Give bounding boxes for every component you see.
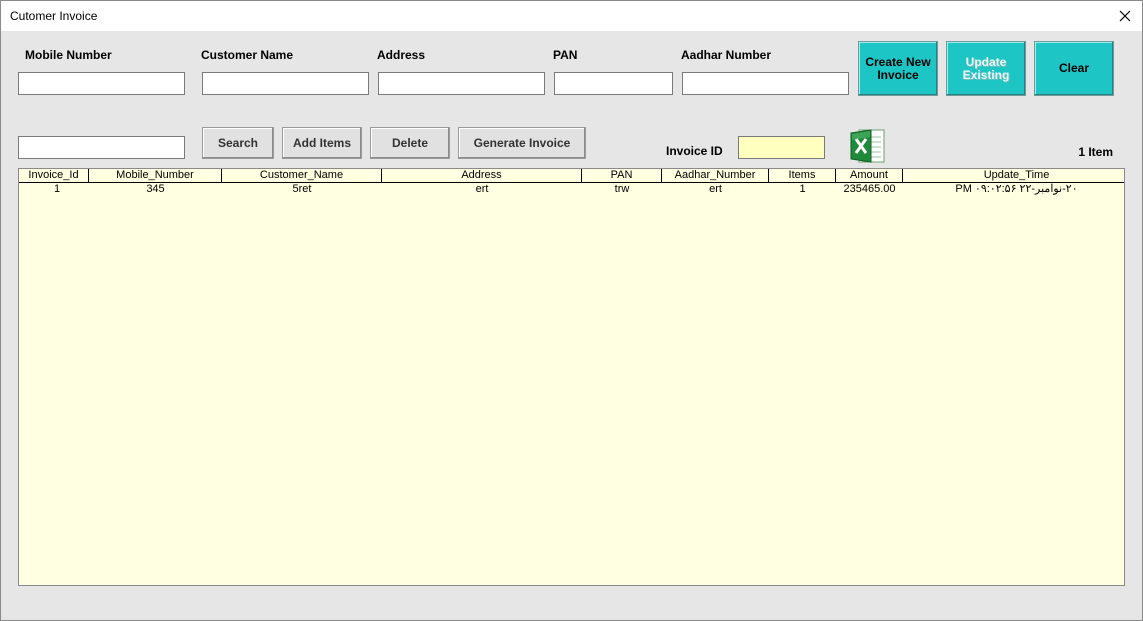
add-items-button[interactable]: Add Items xyxy=(282,127,362,159)
excel-export-button[interactable] xyxy=(849,127,887,165)
cell-mobile-number: 345 xyxy=(146,183,165,195)
create-new-invoice-button[interactable]: Create New Invoice xyxy=(858,41,938,96)
address-label: Address xyxy=(377,48,426,62)
cell-address: ert xyxy=(475,183,489,195)
clear-button[interactable]: Clear xyxy=(1034,41,1114,96)
cell-pan: trw xyxy=(614,183,630,195)
mobile-number-label: Mobile Number xyxy=(25,48,112,62)
invoice-id-value xyxy=(738,136,825,159)
delete-button[interactable]: Delete xyxy=(370,127,450,159)
customer-name-input[interactable] xyxy=(202,72,369,95)
aadhar-number-label: Aadhar Number xyxy=(681,48,772,62)
column-header-aadhar-number[interactable]: Aadhar_Number xyxy=(662,169,769,182)
pan-input[interactable] xyxy=(554,72,673,95)
cell-update-time: ۲۰-نوامبر-۲۲ ۰۹:۰۲:۵۶ PM xyxy=(955,183,1078,195)
column-header-mobile-number[interactable]: Mobile_Number xyxy=(89,169,222,182)
invoice-list[interactable]: Invoice_Id Mobile_Number Customer_Name A… xyxy=(18,168,1125,586)
aadhar-number-input[interactable] xyxy=(682,72,849,95)
column-header-amount[interactable]: Amount xyxy=(836,169,903,182)
item-count: 1 Item xyxy=(1078,145,1113,159)
customer-invoice-window: Cutomer Invoice Mobile Number Customer N… xyxy=(0,0,1143,621)
pan-label: PAN xyxy=(553,48,578,62)
column-header-address[interactable]: Address xyxy=(382,169,582,182)
window-title: Cutomer Invoice xyxy=(10,9,98,23)
invoice-id-label: Invoice ID xyxy=(666,144,723,158)
address-input[interactable] xyxy=(378,72,545,95)
search-button[interactable]: Search xyxy=(202,127,274,159)
list-header: Invoice_Id Mobile_Number Customer_Name A… xyxy=(19,169,1124,183)
update-existing-button[interactable]: Update Existing xyxy=(946,41,1026,96)
customer-name-label: Customer Name xyxy=(201,48,294,62)
cell-aadhar-number: ert xyxy=(709,183,722,195)
column-header-update-time[interactable]: Update_Time xyxy=(903,169,1130,182)
close-icon xyxy=(1119,10,1131,22)
column-header-customer-name[interactable]: Customer_Name xyxy=(222,169,382,182)
cell-items: 1 xyxy=(799,183,806,195)
cell-invoice-id: 1 xyxy=(53,183,61,195)
generate-invoice-button[interactable]: Generate Invoice xyxy=(458,127,586,159)
title-bar: Cutomer Invoice xyxy=(1,1,1142,31)
column-header-invoice-id[interactable]: Invoice_Id xyxy=(19,169,89,182)
close-button[interactable] xyxy=(1108,1,1142,31)
mobile-number-input[interactable] xyxy=(18,72,185,95)
search-input[interactable] xyxy=(18,136,185,159)
column-header-items[interactable]: Items xyxy=(769,169,836,182)
cell-amount: 235465.00 xyxy=(843,183,896,195)
column-header-pan[interactable]: PAN xyxy=(582,169,662,182)
excel-icon xyxy=(850,129,885,163)
cell-customer-name: 5ret xyxy=(292,183,312,195)
